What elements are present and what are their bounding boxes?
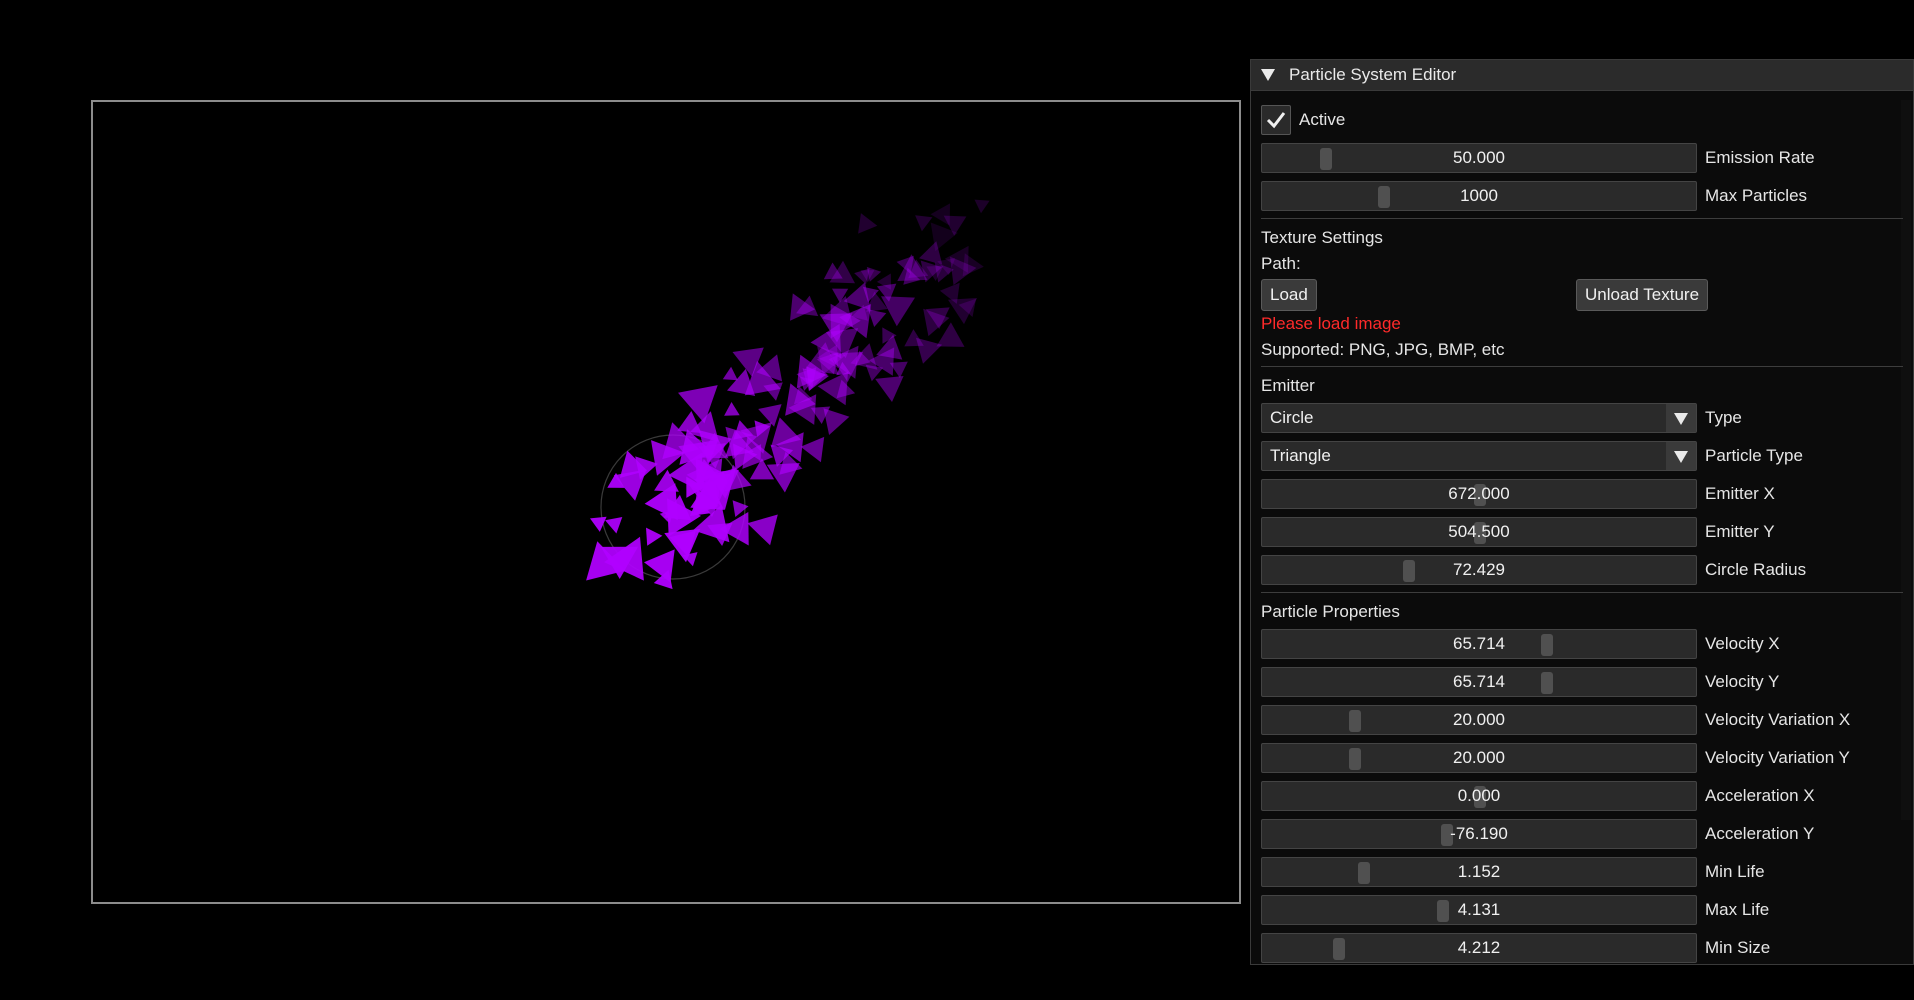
emitter-x-slider[interactable]: 672.000 — [1261, 479, 1697, 509]
particle-triangle — [881, 296, 915, 327]
load-warning-text: Please load image — [1261, 314, 1401, 333]
emitter-type-combo[interactable]: Circle — [1261, 403, 1697, 433]
particle-triangle — [854, 268, 870, 285]
particle-type-combo[interactable]: Triangle — [1261, 441, 1697, 471]
chevron-down-icon[interactable] — [1666, 442, 1696, 470]
particle-triangle — [800, 436, 825, 463]
panel-titlebar[interactable]: Particle System Editor — [1251, 60, 1913, 91]
particle-type-label: Particle Type — [1705, 446, 1803, 465]
separator — [1261, 218, 1903, 219]
circle-radius-slider[interactable]: 72.429 — [1261, 555, 1697, 585]
particle-triangle — [868, 309, 887, 327]
max-life-label: Max Life — [1705, 900, 1770, 919]
emission-rate-label: Emission Rate — [1705, 148, 1815, 167]
acceleration-x-label: Acceleration X — [1705, 786, 1815, 805]
slider-value: 20.000 — [1453, 710, 1505, 729]
chevron-down-icon[interactable] — [1666, 404, 1696, 432]
particle-properties-heading: Particle Properties — [1261, 602, 1400, 621]
combo-value: Circle — [1270, 408, 1314, 427]
max-particles-label: Max Particles — [1705, 186, 1808, 205]
particle-triangle — [875, 376, 904, 402]
particle-triangle — [747, 514, 778, 546]
slider-value: 4.212 — [1457, 938, 1501, 957]
slider-value: 1.152 — [1457, 862, 1501, 881]
min-life-slider[interactable]: 1.152 — [1261, 857, 1697, 887]
slider-value: 0.000 — [1457, 786, 1501, 805]
velocity-y-slider[interactable]: 65.714 — [1261, 667, 1697, 697]
min-size-label: Min Size — [1705, 938, 1771, 957]
slider-value: 65.714 — [1453, 634, 1505, 653]
max-particles-slider[interactable]: 1000 — [1261, 181, 1697, 211]
emitter-heading: Emitter — [1261, 376, 1315, 395]
active-checkbox[interactable] — [1261, 105, 1291, 135]
emitter-x-label: Emitter X — [1705, 484, 1775, 503]
min-size-slider[interactable]: 4.212 — [1261, 933, 1697, 963]
emitter-type-label: Type — [1705, 408, 1742, 427]
load-texture-button[interactable]: Load — [1261, 279, 1317, 311]
particle-system-editor-panel: Particle System Editor Active 50.000 Emi… — [1250, 59, 1914, 965]
emitter-y-label: Emitter Y — [1705, 522, 1775, 541]
velocity-variation-y-label: Velocity Variation Y — [1705, 748, 1850, 767]
velocity-variation-y-slider[interactable]: 20.000 — [1261, 743, 1697, 773]
particle-canvas — [586, 199, 990, 590]
texture-path-label: Path: — [1261, 254, 1301, 273]
slider-value: 504.500 — [1448, 522, 1510, 541]
slider-value: -76.190 — [1450, 824, 1508, 843]
emission-rate-slider[interactable]: 50.000 — [1261, 143, 1697, 173]
particle-triangle — [605, 517, 623, 534]
slider-value: 1000 — [1460, 186, 1498, 205]
slider-value: 672.000 — [1448, 484, 1510, 503]
panel-title: Particle System Editor — [1289, 65, 1457, 84]
particle-triangle — [915, 215, 933, 232]
acceleration-x-slider[interactable]: 0.000 — [1261, 781, 1697, 811]
circle-radius-label: Circle Radius — [1705, 560, 1807, 579]
particle-triangle — [904, 329, 924, 347]
acceleration-y-slider[interactable]: -76.190 — [1261, 819, 1697, 849]
min-life-label: Min Life — [1705, 862, 1765, 881]
velocity-y-label: Velocity Y — [1705, 672, 1780, 691]
active-label: Active — [1299, 110, 1346, 129]
collapse-triangle-icon[interactable] — [1261, 69, 1275, 81]
particle-triangle — [858, 213, 878, 234]
slider-value: 50.000 — [1453, 148, 1505, 167]
velocity-variation-x-label: Velocity Variation X — [1705, 710, 1851, 729]
velocity-x-slider[interactable]: 65.714 — [1261, 629, 1697, 659]
velocity-variation-x-slider[interactable]: 20.000 — [1261, 705, 1697, 735]
slider-value: 20.000 — [1453, 748, 1505, 767]
separator — [1261, 592, 1903, 593]
particle-triangle — [930, 203, 950, 226]
acceleration-y-label: Acceleration Y — [1705, 824, 1815, 843]
particle-viewport[interactable] — [91, 100, 1241, 904]
max-life-slider[interactable]: 4.131 — [1261, 895, 1697, 925]
texture-settings-heading: Texture Settings — [1261, 228, 1383, 247]
emitter-y-slider[interactable]: 504.500 — [1261, 517, 1697, 547]
slider-value: 4.131 — [1457, 900, 1501, 919]
slider-value: 65.714 — [1453, 672, 1505, 691]
particle-triangle — [646, 527, 663, 546]
particle-triangle — [823, 408, 850, 435]
separator — [1261, 366, 1903, 367]
checkmark-icon — [1266, 112, 1286, 129]
unload-texture-button[interactable]: Unload Texture — [1576, 279, 1709, 311]
slider-value: 72.429 — [1453, 560, 1505, 579]
particle-triangle — [724, 402, 740, 416]
velocity-x-label: Velocity X — [1705, 634, 1780, 653]
particle-triangle — [974, 199, 990, 214]
combo-value: Triangle — [1270, 446, 1331, 465]
particle-triangle — [936, 322, 965, 347]
supported-formats-text: Supported: PNG, JPG, BMP, etc — [1261, 340, 1505, 359]
particle-triangle — [722, 366, 738, 381]
